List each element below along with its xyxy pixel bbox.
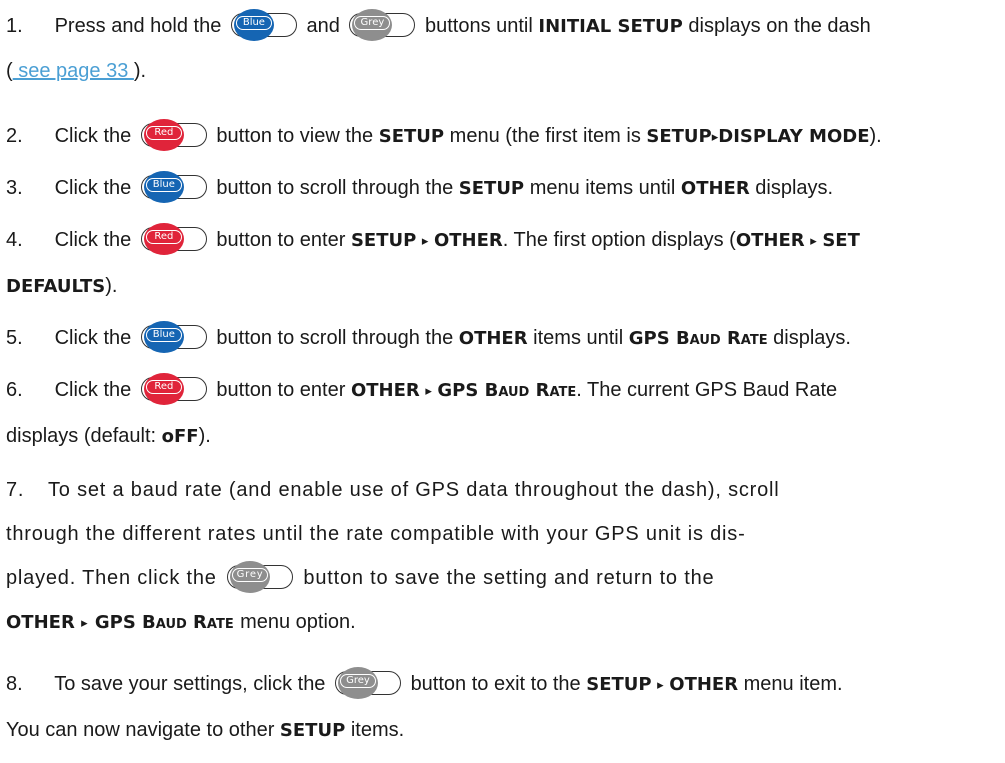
arrow-icon: ▸ bbox=[657, 677, 664, 692]
grey-button-icon: Grey bbox=[335, 666, 401, 699]
step-text: and bbox=[306, 15, 340, 37]
instructions-page: 1. Press and hold the Blue and Grey butt… bbox=[0, 0, 1005, 763]
arrow-icon: ▸ bbox=[425, 383, 432, 398]
arrow-icon: ▸ bbox=[810, 233, 817, 248]
grey-button-icon: Grey bbox=[349, 8, 416, 41]
red-button-icon: Red bbox=[140, 222, 207, 255]
step-1: 1. Press and hold the Blue and Grey butt… bbox=[6, 4, 996, 93]
step-number: 6. bbox=[6, 379, 23, 401]
step-text: displays on the dash bbox=[688, 15, 871, 37]
step-3: 3. Click the Blue button to scroll throu… bbox=[6, 166, 996, 211]
step-4: 4. Click the Red button to enter SETUP ▸… bbox=[6, 218, 996, 309]
step-number: 5. bbox=[6, 327, 23, 349]
step-number: 2. bbox=[6, 125, 23, 147]
step-6: 6. Click the Red button to enter OTHER ▸… bbox=[6, 368, 996, 459]
page-link[interactable]: see page 33 bbox=[13, 60, 134, 82]
step-number: 3. bbox=[6, 177, 23, 199]
step-2: 2. Click the Red button to view the SETU… bbox=[6, 114, 996, 160]
arrow-icon: ▸ bbox=[81, 615, 89, 630]
red-button-icon: Red bbox=[140, 372, 207, 405]
blue-button-icon: Blue bbox=[140, 320, 207, 353]
arrow-icon: ▸ bbox=[421, 233, 429, 248]
blue-button-icon: Blue bbox=[230, 8, 297, 41]
red-button-icon: Red bbox=[140, 118, 207, 151]
arrow-icon: ▸ bbox=[711, 129, 719, 144]
step-text: Press and hold the bbox=[54, 15, 222, 37]
step-number: 8. bbox=[6, 673, 23, 695]
step-8: 8. To save your settings, click the Grey… bbox=[6, 662, 996, 753]
keyword: SETUP bbox=[378, 126, 445, 147]
step-number: 1. bbox=[6, 15, 23, 37]
grey-button-icon: Grey bbox=[227, 560, 294, 593]
step-text: buttons until bbox=[424, 15, 533, 37]
blue-button-icon: Blue bbox=[140, 170, 207, 203]
step-5: 5. Click the Blue button to scroll throu… bbox=[6, 316, 996, 361]
step-number: 4. bbox=[6, 229, 23, 251]
keyword: INITIAL SETUP bbox=[538, 16, 683, 37]
step-7: 7. To set a baud rate (and enable use of… bbox=[6, 468, 996, 646]
step-number: 7. bbox=[6, 479, 25, 501]
